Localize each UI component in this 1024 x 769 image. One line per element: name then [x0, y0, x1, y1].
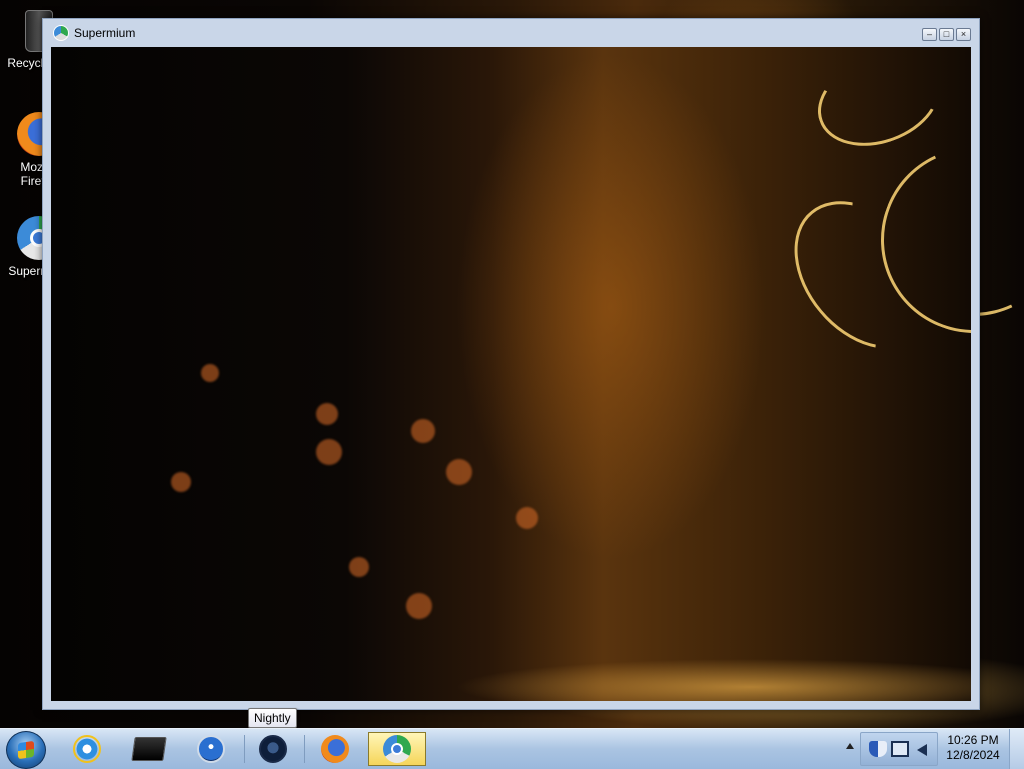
supermium-window[interactable]: Supermium – □ × [42, 18, 980, 710]
maximize-icon: □ [943, 29, 950, 39]
wallpaper-bokeh [316, 439, 342, 465]
close-icon: × [960, 29, 967, 39]
show-hidden-icons-button[interactable] [846, 743, 854, 749]
taskbar: 10:26 PM 12/8/2024 [0, 728, 1024, 769]
taskbar-separator [304, 735, 305, 763]
explorer-icon [131, 737, 167, 761]
wallpaper-bokeh [411, 419, 435, 443]
show-desktop-button[interactable] [1009, 729, 1024, 769]
wallpaper-bokeh [406, 593, 432, 619]
maximize-button[interactable]: □ [939, 28, 954, 41]
taskbar-item-explorer[interactable] [120, 732, 178, 766]
wallpaper-swirl [805, 47, 953, 162]
window-controls: – □ × [922, 28, 971, 41]
wallpaper-bokeh [316, 403, 338, 425]
supermium-icon [53, 25, 69, 41]
nightly-icon [259, 735, 287, 763]
window-content[interactable] [51, 47, 971, 701]
firefox-icon [321, 735, 349, 763]
start-button[interactable] [6, 731, 46, 769]
clock-time: 10:26 PM [947, 733, 999, 747]
taskbar-item-supermium[interactable] [368, 732, 426, 766]
taskbar-item-internet-explorer[interactable] [58, 732, 116, 766]
clock-date: 12/8/2024 [946, 748, 1000, 762]
minimize-button[interactable]: – [922, 28, 937, 41]
volume-icon[interactable] [917, 744, 927, 756]
media-player-icon [197, 735, 225, 763]
wallpaper-bokeh [171, 472, 191, 492]
minimize-icon: – [926, 29, 932, 39]
start-orb-icon [18, 740, 34, 760]
supermium-icon [383, 735, 411, 763]
taskbar-clock[interactable]: 10:26 PM 12/8/2024 [940, 733, 1006, 763]
taskbar-item-media-player[interactable] [182, 732, 240, 766]
network-icon[interactable] [891, 741, 909, 757]
taskbar-item-firefox[interactable] [306, 732, 364, 766]
close-button[interactable]: × [956, 28, 971, 41]
window-titlebar[interactable]: Supermium – □ × [43, 19, 979, 47]
notification-area [860, 732, 938, 766]
wallpaper-bokeh [201, 364, 219, 382]
taskbar-tooltip: Nightly [248, 708, 297, 728]
wallpaper-bokeh [446, 459, 472, 485]
wallpaper-bokeh [349, 557, 369, 577]
action-center-icon[interactable] [869, 741, 887, 757]
taskbar-item-nightly[interactable] [244, 732, 302, 766]
window-title: Supermium [74, 26, 136, 40]
internet-explorer-icon [73, 735, 101, 763]
wallpaper-bokeh [516, 507, 538, 529]
